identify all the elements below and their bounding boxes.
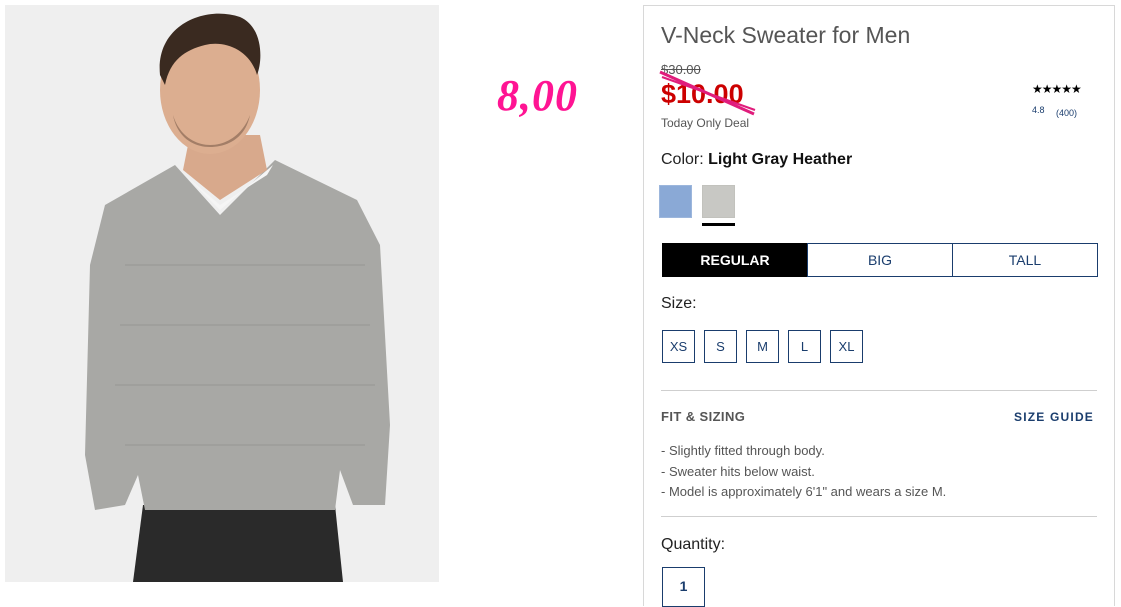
size-m-button[interactable]: M <box>746 330 779 363</box>
list-item: Slightly fitted through body. <box>661 441 946 462</box>
size-options: XS S M L XL <box>662 330 863 363</box>
size-l-button[interactable]: L <box>788 330 821 363</box>
review-count[interactable]: (400) <box>1056 108 1077 118</box>
size-xl-button[interactable]: XL <box>830 330 863 363</box>
list-item: Sweater hits below waist. <box>661 462 946 483</box>
tab-tall[interactable]: TALL <box>952 243 1098 277</box>
deal-label: Today Only Deal <box>661 116 750 130</box>
fit-sizing-list: Slightly fitted through body. Sweater hi… <box>661 441 946 503</box>
rating-value[interactable]: 4.8 <box>1032 105 1045 115</box>
product-title: V-Neck Sweater for Men <box>661 22 911 48</box>
quantity-label: Quantity: <box>661 536 726 553</box>
tab-big[interactable]: BIG <box>807 243 953 277</box>
quantity-stepper[interactable]: 1 <box>662 567 705 607</box>
size-guide-link[interactable]: SIZE GUIDE <box>1014 410 1094 424</box>
color-selection-label: Color: Light Gray Heather <box>661 151 852 169</box>
handwritten-price-annotation: 8,00 <box>497 71 578 120</box>
price-strikethrough-mark <box>659 70 756 116</box>
fit-sizing-heading: FIT & SIZING <box>661 409 746 424</box>
size-label: Size: <box>661 295 697 312</box>
selected-swatch-indicator <box>702 223 735 226</box>
selected-color-name: Light Gray Heather <box>708 151 853 168</box>
size-xs-button[interactable]: XS <box>662 330 695 363</box>
blue-heather-swatch[interactable] <box>659 185 692 218</box>
product-details-panel: V-Neck Sweater for Men $30.00 $10.00 Tod… <box>643 5 1115 607</box>
color-label: Color: <box>661 151 704 168</box>
size-s-button[interactable]: S <box>704 330 737 363</box>
divider <box>661 516 1097 517</box>
product-photo[interactable] <box>5 5 439 582</box>
tab-regular[interactable]: REGULAR <box>662 243 808 277</box>
divider <box>661 390 1097 391</box>
fit-type-tabs: REGULAR BIG TALL <box>662 243 1098 277</box>
list-item: Model is approximately 6'1" and wears a … <box>661 482 946 503</box>
model-wearing-sweater-image <box>5 5 439 582</box>
rating-stars-icon[interactable]: ★★★★★ <box>1032 82 1082 96</box>
light-gray-heather-swatch[interactable] <box>702 185 735 218</box>
